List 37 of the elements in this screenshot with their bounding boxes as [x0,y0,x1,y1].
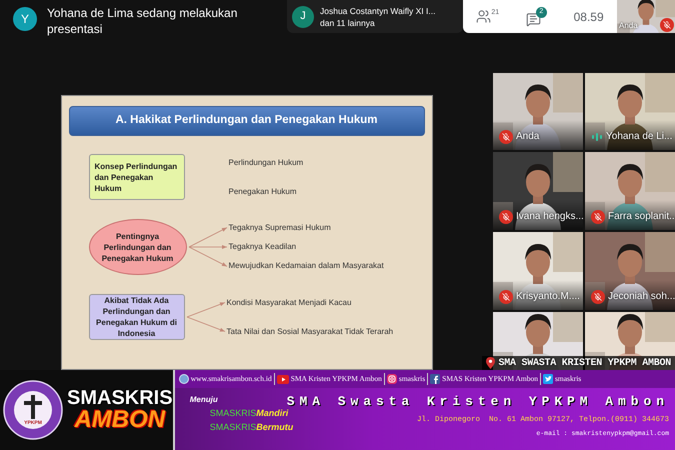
motto-line: SMASKRISBermutu [210,421,294,434]
f-icon [430,374,440,384]
brand-city: AMBON [74,408,166,432]
slide-text: Tata Nilai dan Sosial Masyarakat Tidak Terarah [226,326,394,338]
joiner-avatar: J [292,6,314,28]
slide-text: Tegaknya Supremasi Hukum [228,222,332,234]
participant-name: Ivana hengks... [516,210,583,224]
participant-name: Farra soplanit... [608,210,675,224]
play-icon [276,374,289,384]
camera-icon [386,374,397,384]
text-box: Konsep Perlindungan dan Penegakan Hukum [88,154,184,200]
self-view-name: Anda [619,20,638,32]
slide-title: A. Hakikat Perlindungan dan Penegakan Hukum [68,106,424,136]
slide-text: Perlindungan Hukum [228,156,304,168]
school-name: SMA Swasta Kristen YPKPM Ambon [286,393,669,410]
slide-text: Tegaknya Keadilan [228,240,298,253]
slide-text: Kondisi Masyarakat Menjadi Kacau [226,296,352,308]
presenter-avatar: Y [13,7,37,31]
participant-name: Anda [516,130,540,144]
presenter-notice: Yohana de Lima sedang melakukan presentasi [47,5,238,37]
emblem-icon [3,380,63,440]
joiner-count: dan 11 lainnya [320,16,376,28]
bird-icon [542,374,553,384]
map-pin-icon [486,357,496,369]
joiner-name: Joshua Costantyn Waifly XI I... [320,4,436,16]
participant-name: Yohana de Li... [606,130,672,144]
motto-line: SMASKRISMandiri [210,407,290,420]
clock-time: 08.59 [574,8,604,26]
brand-name: SMASKRIS [67,388,173,408]
participant-name: Krisyanto.M.... [516,290,580,304]
slide-text: Mewujudkan Kedamaian dalam Masyarakat [228,260,384,272]
slide-text: Penegakan Hukum [228,186,298,198]
oval-shape: Pentingnya Perlindungan dan Penegakan Hukum [88,219,186,275]
motto-lead: Menuju [190,394,219,406]
text-box: Akibat Tidak Ada Perlindungan dan Penegakan Hukum di Indonesia [88,294,184,340]
ticker-text: SMA SWASTA KRISTEN YPKPM AMBON [498,356,671,370]
globe-icon [178,374,189,384]
